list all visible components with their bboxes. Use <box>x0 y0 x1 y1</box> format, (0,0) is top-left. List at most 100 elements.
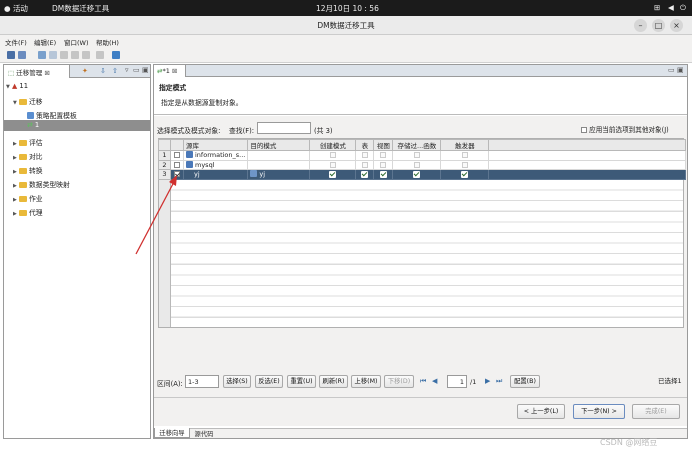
row-checkbox[interactable] <box>174 152 180 159</box>
tree-item-strategy-template[interactable]: 策略配置模板 <box>27 110 77 120</box>
col-source[interactable]: 源库 <box>182 139 249 151</box>
col-table[interactable]: 表 <box>355 139 375 151</box>
target-schema[interactable]: yj <box>259 171 265 179</box>
activities-button[interactable]: ● 活动 <box>4 3 28 14</box>
prev-page-icon[interactable]: ◀ <box>432 377 437 385</box>
view-checkbox-checked[interactable] <box>379 170 387 178</box>
procedure-checkbox[interactable] <box>413 161 420 168</box>
first-page-icon[interactable]: ⏮ <box>420 377 426 386</box>
page-input[interactable]: 1 <box>447 375 467 388</box>
power-icon[interactable]: ⏻ <box>680 3 686 13</box>
menu-file[interactable]: 文件(F) <box>5 37 27 47</box>
col-create-schema[interactable]: 创建模式 <box>309 139 357 151</box>
trigger-checkbox-checked[interactable] <box>461 170 469 178</box>
app-menu[interactable]: DM数据迁移工具 <box>52 3 109 14</box>
maximize-button[interactable]: □ <box>652 19 665 32</box>
tree-item-type-mapping[interactable]: ▶ 数据类型映射 <box>13 179 70 189</box>
table-row-selected[interactable]: 3 yj yj <box>158 169 687 180</box>
config-button[interactable]: 配置(B) <box>510 375 540 388</box>
refresh-button[interactable]: 刷新(R) <box>319 375 348 388</box>
maximize-view-icon[interactable]: ▣ <box>142 66 149 74</box>
last-page-icon[interactable]: ⏭ <box>496 377 502 386</box>
menu-help[interactable]: 帮助(H) <box>96 37 119 47</box>
invert-button[interactable]: 反选(E) <box>255 375 283 388</box>
col-target-schema[interactable]: 目的模式 <box>247 139 311 151</box>
wizard-header: 指定模式 指定是从数据源复制对象。 <box>154 77 687 115</box>
row-number: 1 <box>158 150 171 161</box>
tree-item-selected[interactable]: ⇄ 1 <box>4 120 150 131</box>
find-input[interactable] <box>257 122 311 134</box>
tab-editor-1[interactable]: ⇄*1 ⊠ <box>154 65 186 77</box>
save-icon[interactable] <box>7 51 15 59</box>
separator <box>154 397 687 398</box>
maximize-editor-icon[interactable]: ▣ <box>677 66 684 74</box>
undo-icon[interactable] <box>38 51 46 59</box>
col-view[interactable]: 视图 <box>373 139 394 151</box>
minimize-editor-icon[interactable]: ▭ <box>668 66 675 74</box>
project-icon: ▲ <box>12 82 18 90</box>
move-up-button[interactable]: 上移(M) <box>351 375 381 388</box>
clock[interactable]: 12月10日 10 : 56 <box>316 3 379 14</box>
close-button[interactable]: × <box>670 19 683 32</box>
paste-icon[interactable] <box>82 51 90 59</box>
import-icon[interactable]: ⇩ <box>100 67 106 75</box>
range-input[interactable]: 1-3 <box>185 375 219 388</box>
row-checkbox[interactable] <box>174 161 180 168</box>
create-schema-checkbox[interactable] <box>329 152 336 159</box>
tree-item-convert[interactable]: ▶ 转换 <box>13 165 43 175</box>
network-icon[interactable]: ⊞ <box>654 3 660 12</box>
home-icon[interactable] <box>112 51 120 59</box>
trigger-checkbox[interactable] <box>461 161 468 168</box>
export-icon[interactable]: ⇧ <box>112 67 118 75</box>
folder-icon <box>19 154 27 160</box>
menu-window[interactable]: 窗口(W) <box>64 37 89 47</box>
reset-button[interactable]: 重置(U) <box>287 375 316 388</box>
trigger-checkbox[interactable] <box>461 152 468 159</box>
target-schema[interactable] <box>247 150 311 161</box>
prev-step-button[interactable]: < 上一步(L) <box>517 404 565 419</box>
redo-icon[interactable] <box>49 51 57 59</box>
tree-item-migrate[interactable]: ▼ 迁移 <box>13 96 43 106</box>
tree-root[interactable]: ▼ ▲ 11 <box>6 82 28 90</box>
wizard-page-title: 指定模式 <box>159 84 187 92</box>
tree-item-compare[interactable]: ▶ 对比 <box>13 151 43 161</box>
table-row[interactable]: 1 information_s... <box>158 150 687 161</box>
procedure-checkbox[interactable] <box>413 152 420 159</box>
table-row[interactable]: 2 mysql <box>158 159 687 171</box>
finish-button[interactable]: 完成(E) <box>632 404 680 419</box>
tab-migration-wizard[interactable]: 迁移向导 <box>154 428 190 438</box>
volume-icon[interactable]: ◀ <box>668 3 674 12</box>
minimize-button[interactable]: – <box>634 19 647 32</box>
target-schema[interactable] <box>247 159 311 171</box>
page-total: /1 <box>470 378 477 386</box>
delete-icon[interactable] <box>96 51 104 59</box>
create-schema-checkbox[interactable] <box>329 161 336 168</box>
table-checkbox[interactable] <box>361 161 368 168</box>
tab-source-code[interactable]: 源代码 <box>191 429 217 438</box>
cut-icon[interactable] <box>60 51 68 59</box>
col-procedure-function[interactable]: 存储过...函数 <box>392 139 442 151</box>
view-checkbox[interactable] <box>380 152 387 159</box>
select-button[interactable]: 选择(S) <box>223 375 251 388</box>
tab-migration-manager[interactable]: ⬚ 迁移管理 ⊠ <box>4 65 70 78</box>
tree-item-agent[interactable]: ▶ 代理 <box>13 207 43 217</box>
view-menu-icon[interactable]: ▿ <box>125 66 129 74</box>
copy-icon[interactable] <box>71 51 79 59</box>
create-schema-checkbox-checked[interactable] <box>329 170 337 178</box>
tree-item-job[interactable]: ▶ 作业 <box>13 193 43 203</box>
col-trigger[interactable]: 触发器 <box>440 139 490 151</box>
menu-edit[interactable]: 编辑(E) <box>34 37 56 47</box>
next-step-button[interactable]: 下一步(N) > <box>573 404 625 419</box>
table-checkbox[interactable] <box>361 152 368 159</box>
next-page-icon[interactable]: ▶ <box>485 377 490 385</box>
table-checkbox-checked[interactable] <box>361 170 369 178</box>
save-all-icon[interactable] <box>18 51 26 59</box>
minimize-view-icon[interactable]: ▭ <box>133 66 140 74</box>
tree-item-evaluate[interactable]: ▶ 评估 <box>13 137 43 147</box>
apply-to-others-checkbox[interactable]: 应用当前选项到其他对象(J) <box>581 124 669 134</box>
move-down-button[interactable]: 下移(D) <box>384 375 414 388</box>
procedure-checkbox-checked[interactable] <box>413 170 421 178</box>
new-project-icon[interactable]: ✦ <box>82 67 88 75</box>
database-icon <box>186 151 193 159</box>
view-checkbox[interactable] <box>380 161 387 168</box>
